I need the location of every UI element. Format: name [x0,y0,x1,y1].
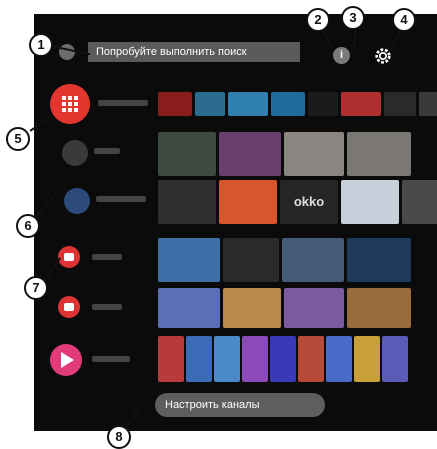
content-tile[interactable] [158,132,216,176]
movie-tile[interactable] [270,336,296,382]
video-tile[interactable] [223,288,281,328]
channel-icon[interactable] [64,188,90,214]
content-tiles: okko [158,180,437,224]
content-tile[interactable] [219,180,277,224]
customize-channels-button[interactable]: Настроить каналы [155,393,325,417]
okko-tile[interactable]: okko [280,180,338,224]
row-label [96,196,146,202]
content-tile[interactable] [158,180,216,224]
app-tile[interactable] [271,92,305,116]
content-tile[interactable] [402,180,437,224]
callout-6: 6 [16,214,40,238]
row-label [92,304,122,310]
video-tile[interactable] [347,288,411,328]
app-tile[interactable] [158,92,192,116]
row-label [98,100,148,106]
video-tiles [158,238,411,282]
channel-row: okko [34,180,437,224]
callout-7: 7 [24,276,48,300]
channel-row [34,132,437,176]
movie-tile[interactable] [158,336,184,382]
callout-1: 1 [29,33,53,57]
channel-icon[interactable] [62,140,88,166]
youtube-icon[interactable] [58,296,80,318]
video-tile[interactable] [284,288,344,328]
callout-5: 5 [6,127,30,151]
row-label [92,254,122,260]
kinopoisk-icon[interactable] [50,344,82,376]
app-tile[interactable] [228,92,268,116]
app-tile[interactable] [384,92,416,116]
apps-grid-icon [62,96,78,112]
apps-button[interactable] [50,84,90,124]
video-tile[interactable] [158,288,220,328]
video-tile[interactable] [223,238,279,282]
youtube-row [34,288,437,328]
app-tiles [158,84,437,128]
video-tile[interactable] [347,238,411,282]
content-tiles [158,132,411,176]
gear-icon[interactable] [374,47,392,65]
row-label [94,148,120,154]
callout-2: 2 [306,8,330,32]
app-tile[interactable] [195,92,225,116]
content-tile[interactable] [219,132,281,176]
info-icon[interactable]: i [333,47,350,64]
movie-tile[interactable] [354,336,380,382]
content-tile[interactable] [347,132,411,176]
app-tile[interactable] [419,92,437,116]
video-tiles [158,288,411,328]
movie-tile[interactable] [382,336,408,382]
search-bar[interactable]: Попробуйте выполнить поиск [88,42,300,62]
app-tile[interactable] [341,92,381,116]
movie-tile[interactable] [242,336,268,382]
content-tile[interactable] [284,132,344,176]
callout-8: 8 [107,425,131,449]
video-tile[interactable] [158,238,220,282]
apps-row [34,84,437,128]
movie-tile[interactable] [326,336,352,382]
video-tile[interactable] [282,238,344,282]
row-label [92,356,130,362]
callout-3: 3 [341,6,365,30]
youtube-row [34,238,437,282]
kinopoisk-row [34,336,437,382]
movie-tiles [158,336,408,382]
movie-tile[interactable] [214,336,240,382]
youtube-icon[interactable] [58,246,80,268]
callout-4: 4 [392,8,416,32]
app-tile[interactable] [308,92,338,116]
content-tile[interactable] [341,180,399,224]
movie-tile[interactable] [298,336,324,382]
movie-tile[interactable] [186,336,212,382]
